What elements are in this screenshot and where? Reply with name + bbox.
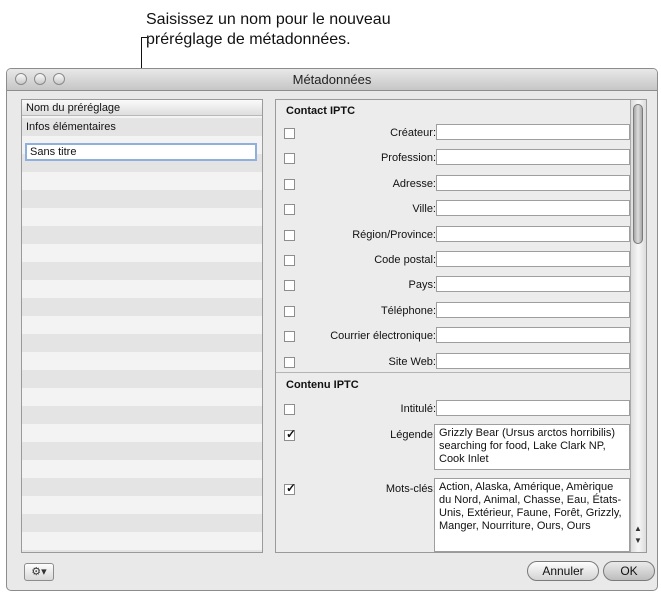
title-bar: Métadonnées (7, 69, 657, 91)
field-label-contact-3: Ville: (412, 203, 436, 215)
checkbox-keywords[interactable] (284, 481, 296, 495)
contact-field-9[interactable] (436, 353, 630, 369)
preset-name-column-header[interactable]: Nom du préréglage (22, 100, 262, 116)
field-label-contact-9: Site Web: (388, 356, 437, 368)
preset-item-basic-info[interactable]: Infos élémentaires (26, 121, 116, 133)
callout-line-1: Saisissez un nom pour le nouveau (146, 11, 391, 28)
checkbox-contact-6[interactable] (284, 280, 295, 291)
checkbox-contact-9[interactable] (284, 357, 295, 368)
contact-field-7[interactable] (436, 302, 630, 318)
checkbox-contact-8[interactable] (284, 331, 295, 342)
caption-field[interactable]: Grizzly Bear (Ursus arctos horribilis) s… (434, 424, 630, 470)
callout-line-2: préréglage de métadonnées. (146, 31, 351, 48)
checkbox-contact-3[interactable] (284, 204, 295, 215)
field-label-contact-0: Créateur: (390, 127, 436, 139)
contact-field-4[interactable] (436, 226, 630, 242)
section-divider (276, 372, 630, 373)
field-label-contact-7: Téléphone: (380, 305, 436, 317)
field-label-caption: Légende: (390, 429, 436, 441)
metadata-fields-panel: Contact IPTC Créateur: Profession: Adresse… (275, 99, 647, 553)
contact-field-1[interactable] (436, 149, 630, 165)
scroll-down-arrow-icon[interactable]: ▼ (634, 536, 642, 545)
checkbox-title[interactable] (284, 404, 295, 415)
contact-field-8[interactable] (436, 327, 630, 343)
field-label-keywords: Mots-clés: (385, 483, 436, 495)
preset-name-input[interactable]: Sans titre (25, 143, 257, 161)
contact-field-2[interactable] (436, 175, 630, 191)
scroll-up-arrow-icon[interactable]: ▲ (634, 524, 642, 533)
contact-field-3[interactable] (436, 200, 630, 216)
field-label-contact-2: Adresse: (392, 178, 436, 190)
checkbox-caption[interactable] (284, 427, 296, 441)
cancel-button[interactable]: Annuler (527, 561, 599, 581)
callout-text: Saisissez un nom pour le nouveau prérégl… (146, 10, 391, 50)
checkbox-contact-4[interactable] (284, 230, 295, 241)
field-label-contact-5: Code postal: (374, 254, 436, 266)
section-title-content-iptc: Contenu IPTC (286, 379, 359, 391)
title-field[interactable] (436, 400, 630, 416)
field-label-contact-6: Pays: (408, 279, 436, 291)
preset-list: Nom du préréglage Infos élémentaires San… (21, 99, 263, 553)
ok-button[interactable]: OK (603, 561, 655, 581)
checkbox-contact-1[interactable] (284, 153, 295, 164)
checkbox-contact-2[interactable] (284, 179, 295, 190)
keywords-field[interactable]: Action, Alaska, Amérique, Amèrique du No… (434, 478, 630, 552)
vertical-scrollbar[interactable]: ▲ ▼ (630, 100, 646, 552)
section-title-contact-iptc: Contact IPTC (286, 105, 356, 117)
scrollbar-thumb[interactable] (633, 104, 643, 244)
field-label-contact-1: Profession: (380, 152, 436, 164)
contact-field-6[interactable] (436, 276, 630, 292)
contact-field-0[interactable] (436, 124, 630, 140)
field-label-contact-8: Courrier électronique: (330, 330, 436, 342)
checkbox-contact-5[interactable] (284, 255, 295, 266)
gear-icon[interactable]: ⚙▾ (24, 563, 54, 581)
contact-field-5[interactable] (436, 251, 630, 267)
checkbox-contact-0[interactable] (284, 128, 295, 139)
field-label-contact-4: Région/Province: (352, 229, 436, 241)
metadata-window: Métadonnées Nom du préréglage Infos élém… (6, 68, 658, 591)
field-label-title: Intitulé: (400, 403, 436, 415)
window-title: Métadonnées (292, 72, 372, 87)
checkbox-contact-7[interactable] (284, 306, 295, 317)
